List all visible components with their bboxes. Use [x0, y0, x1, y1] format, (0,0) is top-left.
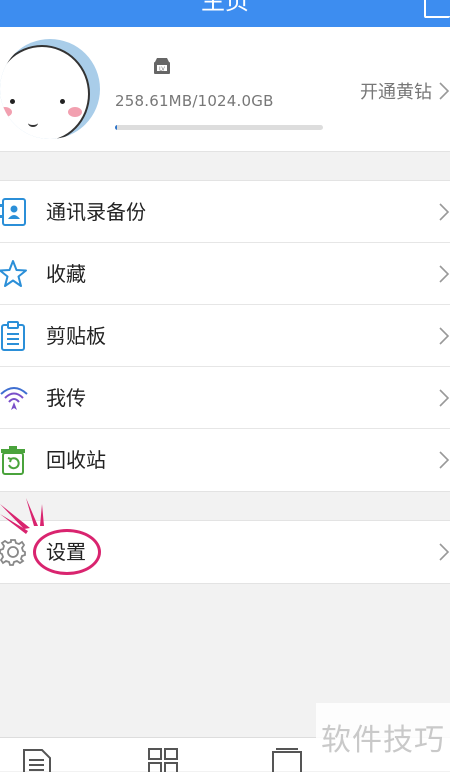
avatar-cheek [68, 107, 82, 117]
avatar-mouth [28, 119, 38, 127]
chevron-right-icon [439, 203, 450, 221]
menu-item-recycle-bin[interactable]: 回收站 [0, 429, 450, 491]
grid-icon[interactable] [148, 748, 178, 772]
file-icon[interactable] [22, 748, 52, 772]
storage-usage-text: 258.61MB/1024.0GB [115, 92, 274, 110]
watermark-text: 软件技巧 [321, 722, 445, 758]
menu-item-label: 剪贴板 [46, 324, 106, 348]
storage-progress-bar [115, 125, 323, 130]
title-bar: 主页 [0, 0, 450, 27]
storage-progress-fill [115, 125, 118, 130]
vip-label: 开通黄钻 [360, 82, 432, 103]
menu-item-favorites[interactable]: 收藏 [0, 243, 450, 305]
page-title: 主页 [201, 0, 249, 15]
avatar[interactable] [0, 39, 100, 139]
clipboard-icon [1, 321, 25, 351]
chevron-right-icon [439, 389, 450, 407]
menu-item-label: 通讯录备份 [46, 200, 146, 224]
contacts-backup-icon [0, 198, 26, 226]
chevron-right-icon [439, 265, 450, 283]
menu-item-wireless-transfer[interactable]: 我传 [0, 367, 450, 429]
avatar-eye [60, 99, 65, 104]
menu-group-main: 通讯录备份 收藏 剪贴板 我传 回收站 [0, 180, 450, 492]
profile-section: LV 258.61MB/1024.0GB 开通黄钻 [0, 27, 450, 152]
menu-item-contacts-backup[interactable]: 通讯录备份 [0, 181, 450, 243]
chevron-right-icon [439, 327, 450, 345]
avatar-eye [10, 99, 15, 104]
top-right-action-button[interactable] [424, 0, 450, 18]
menu-item-label: 收藏 [46, 262, 86, 286]
menu-item-label: 回收站 [46, 448, 106, 472]
recycle-bin-icon [1, 446, 25, 475]
level-icon: LV [154, 58, 170, 74]
highlight-ring [33, 529, 101, 575]
menu-item-label: 我传 [46, 386, 86, 410]
attention-burst-mark [0, 498, 44, 534]
svg-text:LV: LV [159, 67, 165, 73]
avatar-face [0, 45, 90, 139]
open-vip-link[interactable]: 开通黄钻 [360, 77, 450, 105]
watermark: 软件技巧 [316, 703, 450, 770]
chevron-right-icon [439, 82, 450, 100]
gear-icon [0, 539, 26, 566]
chevron-right-icon [439, 543, 450, 561]
chevron-right-icon [439, 451, 450, 469]
window-icon[interactable] [272, 748, 302, 772]
wireless-transfer-icon [0, 387, 28, 410]
star-icon [0, 260, 27, 287]
menu-item-clipboard[interactable]: 剪贴板 [0, 305, 450, 367]
avatar-cheek [0, 107, 12, 117]
